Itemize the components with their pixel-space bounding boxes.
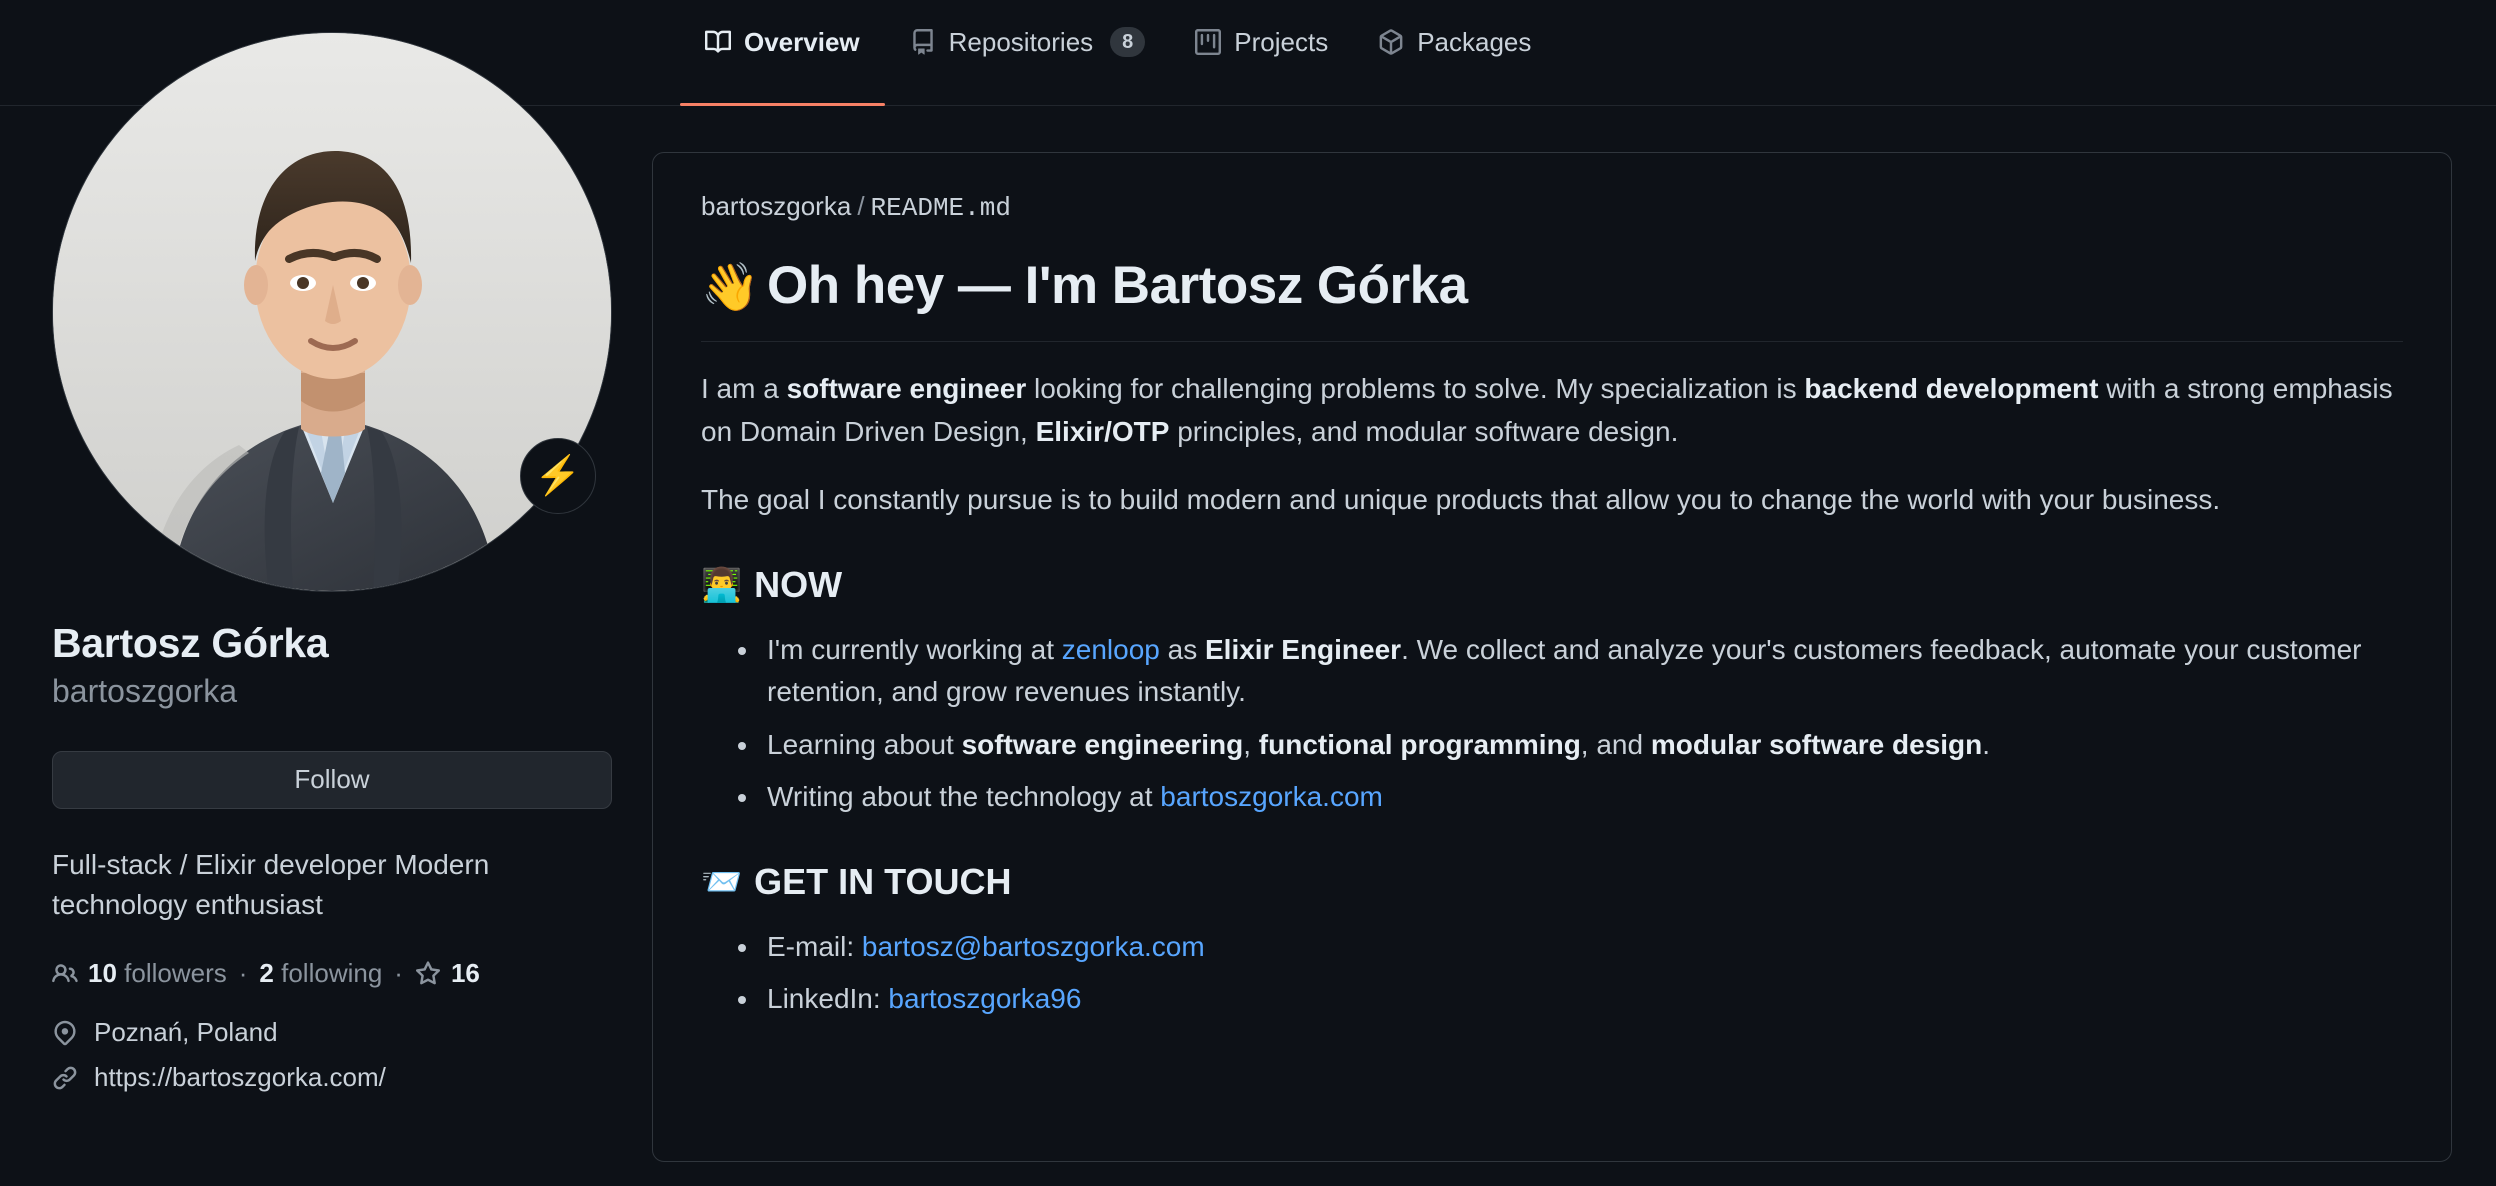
readme-title-text: Oh hey — I'm Bartosz Górka	[767, 256, 1468, 315]
location-pin-icon	[52, 1020, 78, 1046]
following-label: following	[281, 958, 383, 989]
github-profile-page: Overview Repositories 8 Projects Package…	[0, 0, 2496, 1186]
profile-meta: Poznań, Poland https://bartoszgorka.com/	[52, 1017, 612, 1093]
tab-overview[interactable]: Overview	[680, 0, 885, 106]
list-item: Learning about software engineering, fun…	[761, 724, 2403, 767]
now-1-text-2: as	[1159, 633, 1205, 665]
profile-location-text: Poznań, Poland	[94, 1017, 278, 1048]
repo-icon	[910, 29, 936, 55]
profile-username: bartoszgorka	[52, 673, 237, 710]
linkedin-label: LinkedIn:	[767, 983, 889, 1015]
technologist-icon: 👨‍💻	[701, 565, 743, 603]
profile-location: Poznań, Poland	[52, 1017, 612, 1048]
readme-heading-now-text: NOW	[754, 563, 843, 605]
readme-heading-get-in-touch: 📨 GET IN TOUCH	[701, 859, 2403, 906]
p1-bold-3: Elixir/OTP	[1035, 415, 1170, 447]
p1-text-2: looking for challenging problems to solv…	[1026, 373, 1805, 405]
followers-count: 10	[88, 958, 117, 989]
profile-full-name: Bartosz Górka	[52, 620, 329, 666]
zenloop-link[interactable]: zenloop	[1062, 634, 1160, 665]
readme-title: 👋 Oh hey — I'm Bartosz Górka	[701, 253, 2403, 343]
star-icon	[415, 961, 441, 987]
list-item: Writing about the technology at bartoszg…	[761, 776, 2403, 819]
p1-bold-2: backend development	[1804, 373, 2099, 405]
profile-website[interactable]: https://bartoszgorka.com/	[52, 1062, 612, 1093]
now-list: I'm currently working at zenloop as Elix…	[701, 629, 2403, 819]
now-3-text-1: Writing about the technology at	[767, 781, 1161, 813]
book-icon	[705, 29, 731, 55]
now-1-text-1: I'm currently working at	[767, 633, 1062, 665]
list-item: LinkedIn: bartoszgorka96	[761, 978, 2403, 1021]
p1-bold-1: software engineer	[786, 373, 1027, 405]
followers-link[interactable]: 10 followers	[52, 958, 227, 989]
linkedin-link[interactable]: bartoszgorka96	[888, 983, 1081, 1014]
following-link[interactable]: 2 following	[259, 958, 382, 989]
profile-sidebar: ⚡ Bartosz Górka bartoszgorka Follow Full…	[52, 32, 612, 1093]
following-count: 2	[259, 958, 274, 989]
p1-text-1: I am a	[701, 373, 787, 405]
profile-nav-tabs: Overview Repositories 8 Projects Package…	[680, 0, 1556, 106]
profile-bio: Full-stack / Elixir developer Modern tec…	[52, 848, 490, 920]
status-badge[interactable]: ⚡	[520, 438, 596, 514]
tab-packages[interactable]: Packages	[1353, 0, 1556, 106]
now-1-bold-1: Elixir Engineer	[1205, 633, 1402, 665]
now-2-text-4: .	[1982, 728, 1991, 760]
now-2-text-2: ,	[1243, 728, 1259, 760]
stats-separator-2: ·	[394, 958, 403, 989]
email-link[interactable]: bartosz@bartoszgorka.com	[862, 931, 1205, 962]
list-item: E-mail: bartosz@bartoszgorka.com	[761, 926, 2403, 969]
follow-button[interactable]: Follow	[52, 750, 612, 809]
link-icon	[52, 1065, 78, 1091]
now-2-bold-1: software engineering	[961, 728, 1244, 760]
stars-count: 16	[450, 958, 480, 989]
readme-heading-touch-text: GET IN TOUCH	[754, 860, 1012, 902]
now-2-bold-2: functional programming	[1258, 728, 1581, 760]
email-label: E-mail:	[767, 930, 862, 962]
readme-paragraph-2: The goal I constantly pursue is to build…	[701, 484, 2221, 516]
tab-projects-label: Projects	[1234, 26, 1329, 57]
tab-packages-label: Packages	[1417, 26, 1532, 57]
now-2-text-3: , and	[1580, 728, 1651, 760]
readme-breadcrumb: bartoszgorka / README.md	[701, 191, 2403, 223]
stars-link[interactable]: 16	[415, 958, 480, 989]
now-2-bold-3: modular software design	[1650, 728, 1983, 760]
tab-projects[interactable]: Projects	[1170, 0, 1353, 106]
tab-repositories-count: 8	[1110, 27, 1146, 57]
readme-owner[interactable]: bartoszgorka	[701, 191, 851, 221]
p1-text-4: principles, and modular software design.	[1169, 415, 1679, 447]
project-icon	[1195, 29, 1222, 55]
waving-hand-icon: 👋	[701, 260, 760, 313]
readme-filename[interactable]: README.md	[871, 193, 1011, 223]
now-2-text-1: Learning about	[767, 728, 962, 760]
list-item: I'm currently working at zenloop as Elix…	[761, 629, 2403, 714]
blog-link[interactable]: bartoszgorka.com	[1160, 781, 1383, 812]
contact-list: E-mail: bartosz@bartoszgorka.com LinkedI…	[701, 926, 2403, 1021]
followers-label: followers	[124, 958, 227, 989]
tab-repositories[interactable]: Repositories 8	[885, 0, 1171, 106]
readme-path-separator: /	[857, 191, 865, 221]
avatar-container: ⚡	[52, 32, 612, 592]
people-icon	[52, 961, 78, 987]
profile-website-text: https://bartoszgorka.com/	[94, 1062, 386, 1093]
readme-paragraph-1: I am a software engineer looking for cha…	[701, 368, 2403, 453]
readme-heading-now: 👨‍💻 NOW	[701, 562, 2403, 609]
stats-separator-1: ·	[238, 958, 248, 989]
profile-readme-card: bartoszgorka / README.md 👋 Oh hey — I'm Bar…	[652, 152, 2452, 1162]
profile-stats: 10 followers · 2 following · 16	[52, 958, 612, 989]
avatar[interactable]	[52, 32, 612, 592]
tab-repositories-label: Repositories	[948, 26, 1094, 57]
tab-overview-label: Overview	[744, 26, 860, 57]
package-icon	[1378, 29, 1404, 55]
incoming-envelope-icon: 📨	[701, 862, 743, 900]
